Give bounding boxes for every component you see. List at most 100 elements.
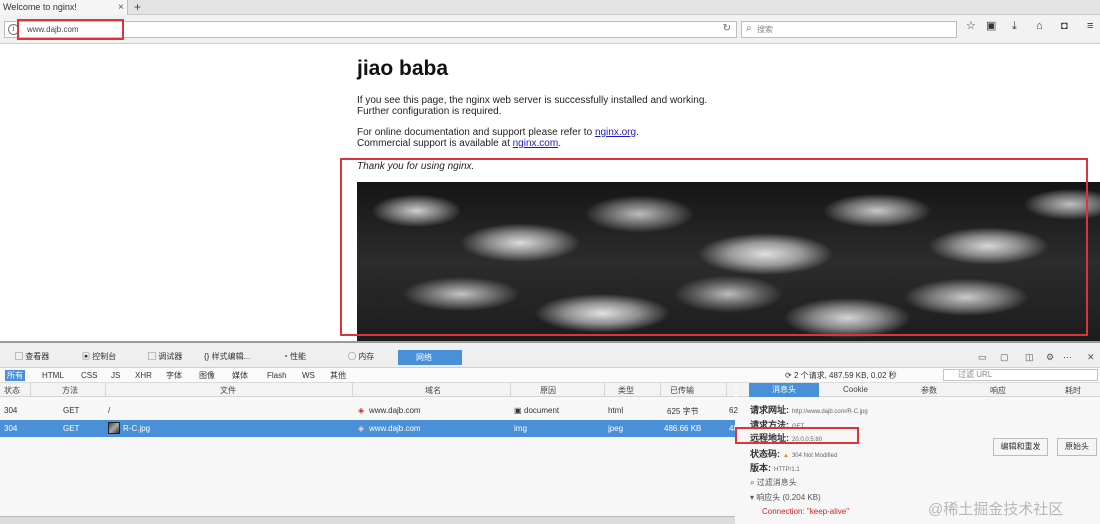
row-status: 304 <box>4 424 18 433</box>
row-method: GET <box>63 406 80 415</box>
support-suffix-1: . <box>636 127 639 138</box>
lock-icon: ◈ <box>358 424 365 433</box>
column-divider <box>30 383 31 397</box>
home-icon[interactable]: ⌂ <box>1036 20 1043 32</box>
row-file: R-C.jpg <box>123 424 151 433</box>
image-highlight-box <box>340 158 1088 336</box>
tab-performance[interactable]: ◔ 性能 <box>283 350 306 364</box>
search-placeholder: 搜索 <box>757 25 773 34</box>
tab-memory-label: 内存 <box>358 352 375 361</box>
tab-params[interactable]: 参数 <box>921 385 937 396</box>
tab-headers[interactable]: 消息头 <box>749 383 819 397</box>
filter-headers-input[interactable]: ⌕ 过滤消息头 <box>750 477 797 488</box>
browser-tab[interactable]: Welcome to nginx! × <box>0 0 128 15</box>
filter-url-input[interactable]: 过滤 URL <box>943 369 1098 381</box>
filter-xhr[interactable]: XHR <box>133 370 154 381</box>
tab-title: Welcome to nginx! <box>3 2 77 12</box>
watermark: @稀土掘金技术社区 <box>928 501 1064 518</box>
nginx-org-link[interactable]: nginx.org <box>595 127 636 138</box>
row-cause: img <box>514 424 527 433</box>
filter-images[interactable]: 图像 <box>197 370 217 381</box>
filter-bar: 所有 HTML CSS JS XHR 字体 图像 媒体 Flash WS 其他 <box>0 368 735 383</box>
raw-headers-button[interactable]: 原始头 <box>1057 438 1097 456</box>
col-status[interactable]: 状态 <box>4 385 20 396</box>
dock-icon[interactable]: ◫ <box>1025 352 1034 363</box>
col-cause[interactable]: 原因 <box>540 385 556 396</box>
filter-media[interactable]: 媒体 <box>230 370 250 381</box>
close-icon[interactable]: × <box>118 0 124 15</box>
search-icon: ⌕ <box>746 23 752 34</box>
column-divider <box>105 383 106 397</box>
response-headers-toggle[interactable]: ▾ 响应头 (0.204 KB) <box>750 492 821 503</box>
status-code-label: 状态码: <box>750 449 780 459</box>
support-text-2: Commercial support is available at <box>357 138 513 149</box>
connection-header: Connection: "keep-alive" <box>762 507 850 516</box>
filter-flash[interactable]: Flash <box>265 370 289 381</box>
responsive-icon[interactable]: ▭ <box>978 352 987 363</box>
request-url-label: 请求网址: <box>750 405 789 415</box>
column-divider <box>510 383 511 397</box>
tab-timings[interactable]: 耗时 <box>1065 385 1081 396</box>
reading-list-icon[interactable]: ▣ <box>986 20 996 32</box>
devtools-panel: ▢ 查看器 ▣ 控制台 ▢ 调试器 {} 样式编辑... ◔ 性能 ◯ 内存 网… <box>0 341 1100 524</box>
status-code-row: 状态码: ▲ 304 Not Modified <box>750 447 837 460</box>
row-domain: www.dajb.com <box>369 406 421 415</box>
col-type[interactable]: 类型 <box>618 385 634 396</box>
col-file[interactable]: 文件 <box>220 385 236 396</box>
tab-console[interactable]: ▣ 控制台 <box>82 350 116 364</box>
tab-response[interactable]: 响应 <box>990 385 1006 396</box>
filter-fonts[interactable]: 字体 <box>164 370 184 381</box>
table-row-selected[interactable]: 304 GET R-C.jpg ◈ www.dajb.com img jpeg … <box>0 420 738 437</box>
screenshot-icon[interactable]: ▢ <box>1000 352 1009 363</box>
url-highlight-box <box>17 19 124 40</box>
close-devtools-icon[interactable]: ✕ <box>1087 352 1095 363</box>
filter-html[interactable]: HTML <box>40 370 66 381</box>
column-divider <box>660 383 661 397</box>
search-input[interactable]: ⌕ 搜索 <box>741 21 957 38</box>
nginx-com-link[interactable]: nginx.com <box>513 138 559 149</box>
filter-css[interactable]: CSS <box>79 370 99 381</box>
tab-style-editor[interactable]: {} 样式编辑... <box>204 350 250 364</box>
detail-tabs: 消息头 Cookie 参数 响应 耗时 <box>737 383 1100 397</box>
tab-network[interactable]: 网络 <box>398 350 462 365</box>
version-label: 版本: <box>750 463 771 473</box>
column-divider <box>352 383 353 397</box>
tab-debugger[interactable]: ▢ 调试器 <box>148 350 182 364</box>
warning-icon: ▲ <box>783 453 789 459</box>
tab-console-label: 控制台 <box>92 352 117 361</box>
filter-ws[interactable]: WS <box>300 370 317 381</box>
lock-icon: ◈ <box>358 406 365 415</box>
new-tab-button[interactable]: + <box>134 0 141 14</box>
taskbar <box>0 516 735 524</box>
nav-bar: i www.dajb.com ↻ ⌕ 搜索 <box>0 15 1100 44</box>
bookmark-star-icon[interactable]: ☆ <box>966 20 976 32</box>
tab-inspector[interactable]: ▢ 查看器 <box>15 350 49 364</box>
edit-resend-button[interactable]: 编辑和重发 <box>993 438 1048 456</box>
col-transferred[interactable]: 已传输 <box>670 385 694 396</box>
request-url-value[interactable]: http://www.dajb.com/R-C.jpg <box>792 409 868 415</box>
settings-icon[interactable]: ⚙ <box>1046 352 1054 363</box>
download-icon[interactable]: ⤓ <box>1012 20 1017 32</box>
reload-icon[interactable]: ↻ <box>723 23 731 34</box>
support-suffix-2: . <box>558 138 561 149</box>
tab-network-label: 网络 <box>416 353 432 362</box>
tab-memory[interactable]: ◯ 内存 <box>348 350 374 364</box>
pocket-icon[interactable]: ◘ <box>1061 20 1068 32</box>
tab-inspector-label: 查看器 <box>25 352 50 361</box>
table-row[interactable]: 304 GET / ◈ www.dajb.com ▣ document html… <box>0 402 738 419</box>
tab-cookies[interactable]: Cookie <box>843 385 868 394</box>
options-icon[interactable]: ⋯ <box>1063 352 1072 363</box>
col-domain[interactable]: 域名 <box>425 385 441 396</box>
intro-line-2: Further configuration is required. <box>357 106 502 117</box>
row-method: GET <box>63 424 80 433</box>
request-summary: ⟳ 2 个请求, 487.59 KB, 0.02 秒 <box>785 371 897 380</box>
filter-other[interactable]: 其他 <box>328 370 348 381</box>
version-value: HTTP/1.1 <box>774 467 800 473</box>
tab-bar: Welcome to nginx! × + <box>0 0 1100 15</box>
menu-icon[interactable]: ≡ <box>1087 20 1093 32</box>
request-url-row: 请求网址: http://www.dajb.com/R-C.jpg <box>750 403 868 416</box>
col-method[interactable]: 方法 <box>62 385 78 396</box>
filter-all[interactable]: 所有 <box>5 370 25 381</box>
row-status: 304 <box>4 406 18 415</box>
filter-js[interactable]: JS <box>109 370 122 381</box>
